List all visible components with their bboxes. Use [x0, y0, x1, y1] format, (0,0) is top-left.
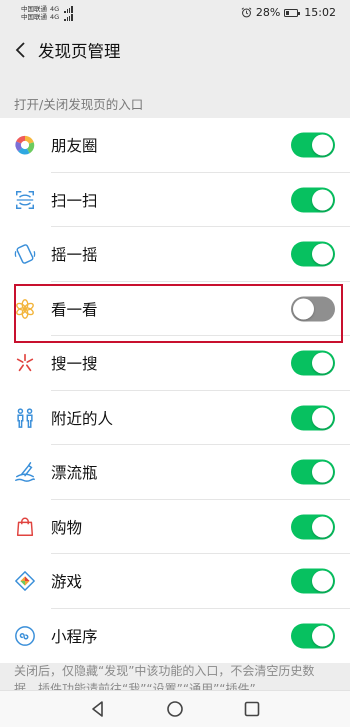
top-stories-icon	[16, 298, 34, 319]
status-bar: 中国联通 4G 中国联通 4G 28% 15:02	[0, 0, 350, 26]
mini-programs-icon	[15, 625, 35, 646]
list-item-top-stories: 看一看	[0, 282, 350, 336]
battery-percent: 28%	[255, 6, 281, 19]
carrier-info: 中国联通 4G 中国联通 4G	[21, 5, 73, 21]
item-label: 附近的人	[51, 409, 114, 428]
list-item-games: 游戏	[0, 554, 350, 609]
people-nearby-icon	[17, 408, 33, 428]
battery-icon	[284, 8, 301, 17]
signal-icon	[64, 5, 73, 13]
list-item-mini-programs: 小程序	[0, 609, 350, 664]
system-nav-bar	[0, 690, 350, 727]
list-item-shake: 摇一摇	[0, 227, 350, 282]
item-label: 看一看	[51, 300, 98, 319]
item-label: 搜一搜	[51, 355, 98, 374]
item-label: 漂流瓶	[51, 464, 98, 483]
section-header: 打开/关闭发现页的入口	[14, 97, 144, 112]
discover-entries-list: 朋友圈 扫一扫 摇一摇 看一看 搜一搜 附近的人 漂流瓶 购物 游戏 小程序	[0, 118, 350, 663]
toggle-knob	[312, 570, 333, 592]
list-item-search: 搜一搜	[0, 336, 350, 391]
toggle-knob	[312, 407, 333, 429]
toggle-shopping[interactable]	[291, 514, 335, 540]
toggle-knob	[293, 298, 314, 320]
circle-home-icon[interactable]	[166, 700, 184, 718]
footer-note: 关闭后，仅隐藏“发现”中该功能的入口，不会清空历史数据，插件功能请前往“我”“设…	[14, 664, 315, 692]
item-label: 游戏	[51, 573, 83, 592]
toggle-knob	[312, 461, 333, 483]
toggle-moments[interactable]	[291, 132, 335, 158]
toggle-knob	[312, 134, 333, 156]
list-item-people-nearby: 附近的人	[0, 391, 350, 445]
toggle-top-stories[interactable]	[291, 296, 335, 322]
toggle-search[interactable]	[291, 350, 335, 376]
chevron-left-icon[interactable]	[10, 39, 32, 61]
item-label: 摇一摇	[51, 246, 98, 265]
network-2: 4G	[50, 13, 60, 21]
toggle-knob	[312, 189, 333, 211]
item-label: 购物	[51, 518, 83, 537]
signal-icon	[64, 13, 73, 21]
nav-bar: 发现页管理	[0, 26, 350, 74]
list-item-shopping: 购物	[0, 500, 350, 554]
toggle-games[interactable]	[291, 568, 335, 594]
item-label: 朋友圈	[51, 137, 98, 156]
toggle-shake[interactable]	[291, 241, 335, 267]
square-recents-icon[interactable]	[243, 700, 261, 718]
clock: 15:02	[304, 6, 336, 19]
search-icon	[16, 354, 34, 372]
shopping-bag-icon	[16, 517, 34, 536]
toggle-mini-programs[interactable]	[291, 623, 335, 649]
toggle-knob	[312, 516, 333, 538]
games-icon	[15, 571, 35, 592]
moments-icon	[15, 136, 35, 155]
item-label: 扫一扫	[51, 191, 98, 210]
toggle-knob	[312, 352, 333, 374]
carrier-1: 中国联通	[21, 5, 47, 13]
scan-icon	[16, 190, 34, 209]
battery-fill	[286, 10, 290, 15]
alarm-icon	[241, 7, 252, 18]
carrier-2: 中国联通	[21, 13, 47, 21]
toggle-scan[interactable]	[291, 187, 335, 213]
triangle-back-icon[interactable]	[89, 700, 107, 718]
item-label: 小程序	[51, 627, 98, 646]
network-1: 4G	[50, 5, 60, 13]
list-item-scan: 扫一扫	[0, 173, 350, 227]
toggle-people-nearby[interactable]	[291, 405, 335, 431]
list-item-moments: 朋友圈	[0, 118, 350, 173]
toggle-drift-bottle[interactable]	[291, 459, 335, 485]
toggle-knob	[312, 625, 333, 647]
page-title: 发现页管理	[38, 42, 121, 61]
drift-bottle-icon	[15, 462, 35, 483]
list-item-drift-bottle: 漂流瓶	[0, 445, 350, 500]
toggle-knob	[312, 243, 333, 265]
shake-icon	[14, 244, 36, 265]
